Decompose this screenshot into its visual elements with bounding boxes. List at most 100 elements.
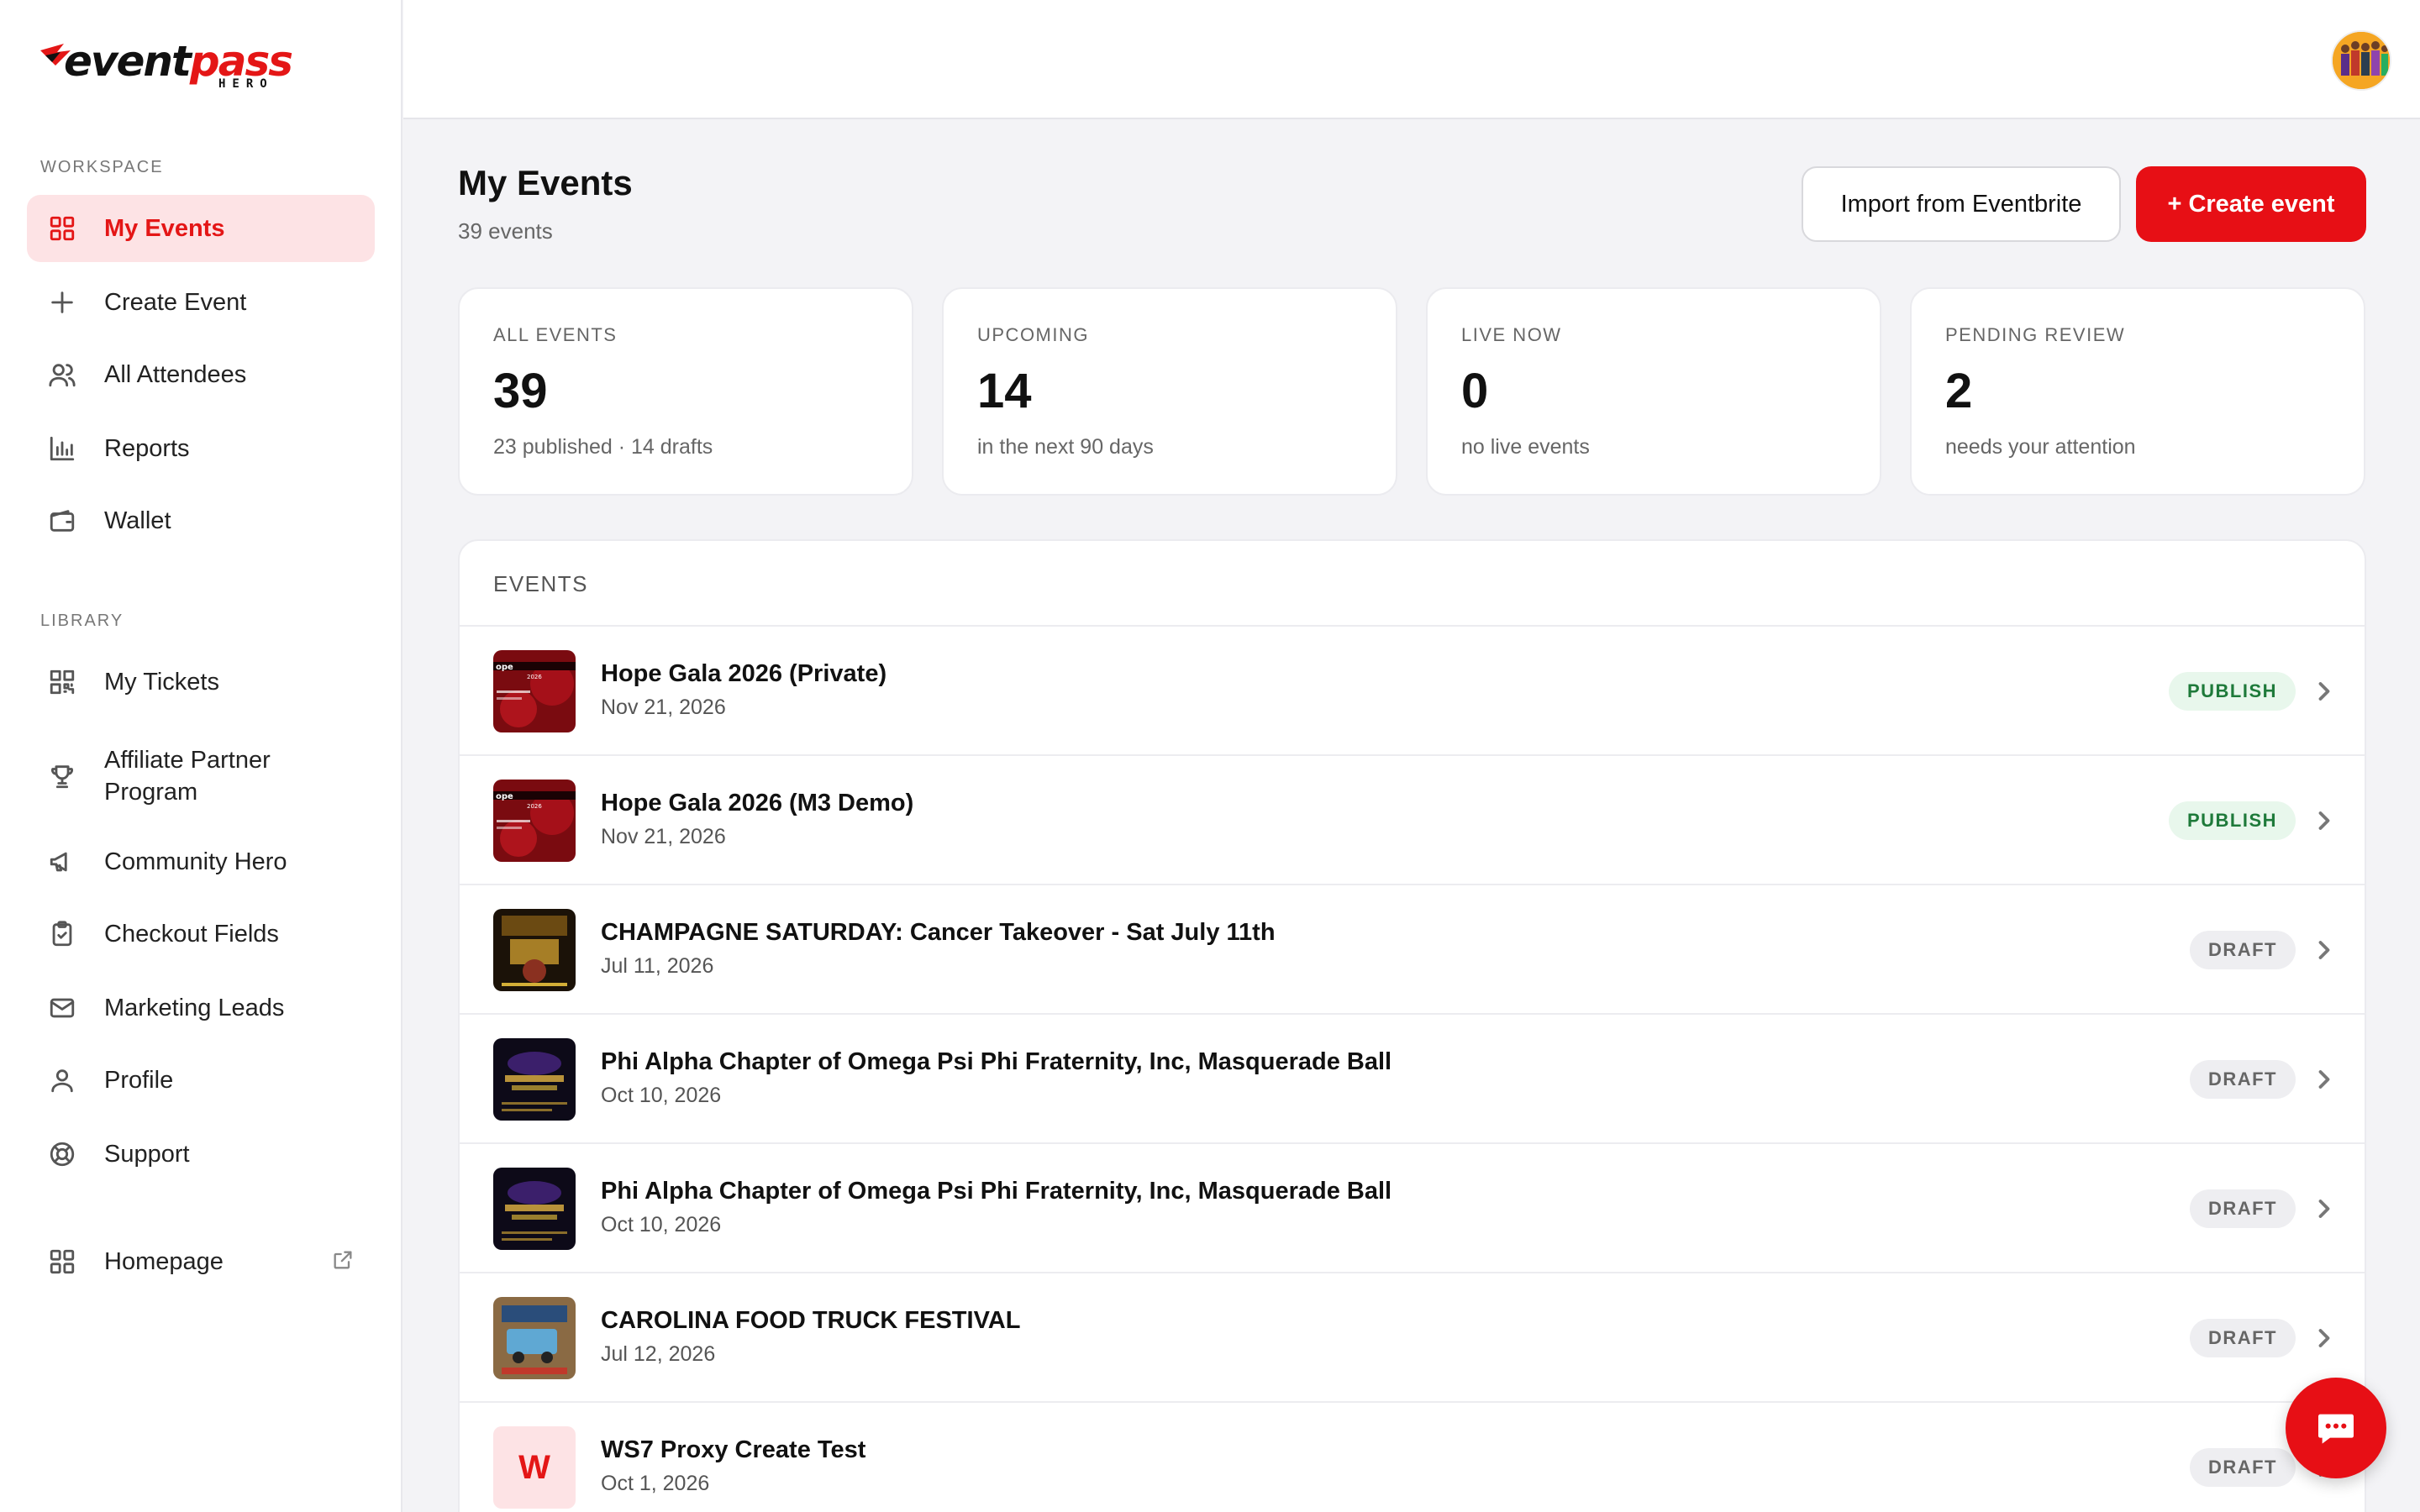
event-row[interactable]: Phi Alpha Chapter of Omega Psi Phi Frate… (460, 1144, 2365, 1273)
event-title: Hope Gala 2026 (Private) (601, 660, 887, 687)
stat-value: 2 (1945, 364, 1973, 418)
clipboard-check-icon (47, 919, 77, 949)
sidebar-item-label: Reports (104, 435, 190, 462)
sidebar-item-label: Homepage (104, 1248, 224, 1275)
chevron-right-icon (2314, 1196, 2334, 1221)
users-icon (47, 360, 77, 390)
stat-label: ALL EVENTS (493, 324, 618, 345)
event-date: Oct 1, 2026 (601, 1472, 710, 1495)
event-date: Nov 21, 2026 (601, 825, 726, 848)
grid-icon (47, 213, 77, 244)
sidebar-item-checkout-fields[interactable]: Checkout Fields (27, 900, 375, 968)
stat-sub: no live events (1461, 435, 1590, 459)
external-link-icon (331, 1248, 355, 1272)
create-event-button[interactable]: + Create event (2136, 166, 2366, 242)
topbar (403, 0, 2420, 119)
sidebar-item-affiliate-partner-program[interactable]: Affiliate Partner Program (27, 736, 375, 816)
sidebar-item-my-tickets[interactable]: My Tickets (27, 648, 375, 716)
import-from-eventbrite-button[interactable]: Import from Eventbrite (1802, 166, 2121, 242)
wallet-icon (47, 506, 77, 536)
sidebar-item-wallet[interactable]: Wallet (27, 487, 375, 554)
masquerade-poster-icon (493, 1038, 576, 1121)
chat-support-button[interactable] (2286, 1378, 2386, 1478)
stat-card-live-now: LIVE NOW 0 no live events (1426, 287, 1881, 496)
stat-card-all-events: ALL EVENTS 39 23 published · 14 drafts (458, 287, 913, 496)
qr-code-icon (47, 667, 77, 697)
sidebar-item-label: Profile (104, 1067, 174, 1094)
sidebar-item-community-hero[interactable]: Community Hero (27, 828, 375, 895)
status-badge: DRAFT (2189, 1319, 2296, 1357)
logo-subtext: HERO (218, 77, 274, 91)
status-badge: DRAFT (2189, 1189, 2296, 1228)
gala-poster-icon: ope 2026 (493, 650, 576, 732)
event-row[interactable]: Phi Alpha Chapter of Omega Psi Phi Frate… (460, 1015, 2365, 1144)
sidebar-item-create-event[interactable]: Create Event (27, 269, 375, 336)
library-section-label: LIBRARY (40, 612, 124, 630)
mail-icon (47, 993, 77, 1023)
status-badge: DRAFT (2189, 931, 2296, 969)
status-badge: DRAFT (2189, 1060, 2296, 1099)
trophy-icon (47, 761, 77, 791)
sidebar-item-support[interactable]: Support (27, 1121, 375, 1188)
sidebar-item-profile[interactable]: Profile (27, 1047, 375, 1114)
chevron-right-icon (2314, 937, 2334, 963)
event-count: 39 events (458, 218, 553, 244)
logo-text-event: event (64, 37, 192, 86)
events-section-header: EVENTS (493, 571, 589, 596)
champagne-poster-icon (493, 909, 576, 991)
status-badge: DRAFT (2189, 1448, 2296, 1487)
sidebar-item-reports[interactable]: Reports (27, 415, 375, 482)
sidebar-item-label: Community Hero (104, 848, 287, 875)
event-row[interactable]: CHAMPAGNE SATURDAY: Cancer Takeover - Sa… (460, 885, 2365, 1015)
event-row[interactable]: ope 2026 Hope Gala 2026 (M3 Demo) Nov 21… (460, 756, 2365, 885)
sidebar-item-label: Create Event (104, 289, 247, 316)
avatar-image-icon (2333, 32, 2390, 89)
sidebar-item-label: Wallet (104, 507, 171, 534)
sidebar: eventpass HERO WORKSPACE My Events Creat… (0, 0, 402, 1512)
stat-value: 39 (493, 364, 548, 418)
megaphone-icon (47, 847, 77, 877)
svg-text:2026: 2026 (527, 674, 542, 680)
event-initial: W (493, 1426, 576, 1509)
event-thumbnail: ope 2026 (493, 650, 576, 732)
masquerade-poster-icon (493, 1168, 576, 1250)
event-title: Phi Alpha Chapter of Omega Psi Phi Frate… (601, 1178, 1392, 1205)
workspace-section-label: WORKSPACE (40, 158, 164, 176)
sidebar-item-label: All Attendees (104, 361, 247, 388)
svg-text:2026: 2026 (527, 803, 542, 810)
stat-label: LIVE NOW (1461, 324, 1562, 345)
stat-sub: in the next 90 days (977, 435, 1154, 459)
lifebuoy-icon (47, 1139, 77, 1169)
bar-chart-icon (47, 433, 77, 464)
chevron-right-icon (2314, 1067, 2334, 1092)
event-row[interactable]: ope 2026 Hope Gala 2026 (Private) Nov 21… (460, 627, 2365, 756)
sidebar-item-label: My Tickets (104, 669, 219, 696)
stat-label: UPCOMING (977, 324, 1089, 345)
sidebar-item-marketing-leads[interactable]: Marketing Leads (27, 974, 375, 1042)
avatar[interactable] (2331, 30, 2391, 91)
status-badge: PUBLISH (2168, 672, 2296, 711)
sidebar-item-label: Affiliate Partner Program (104, 747, 271, 806)
event-row[interactable]: CAROLINA FOOD TRUCK FESTIVAL Jul 12, 202… (460, 1273, 2365, 1403)
sidebar-item-label: Checkout Fields (104, 921, 279, 948)
event-title: Phi Alpha Chapter of Omega Psi Phi Frate… (601, 1048, 1392, 1075)
event-date: Jul 12, 2026 (601, 1342, 716, 1366)
sidebar-item-all-attendees[interactable]: All Attendees (27, 341, 375, 408)
svg-text:ope: ope (496, 792, 513, 801)
chat-bubble-icon (2318, 1414, 2354, 1444)
stat-value: 14 (977, 364, 1032, 418)
stat-card-upcoming: UPCOMING 14 in the next 90 days (942, 287, 1397, 496)
sidebar-item-label: Marketing Leads (104, 995, 285, 1021)
event-row[interactable]: W WS7 Proxy Create Test Oct 1, 2026 DRAF… (460, 1403, 2365, 1512)
sidebar-item-my-events[interactable]: My Events (27, 195, 375, 262)
stat-sub: needs your attention (1945, 435, 2136, 459)
sidebar-item-homepage[interactable]: Homepage (27, 1228, 375, 1295)
stat-card-pending-review: PENDING REVIEW 2 needs your attention (1910, 287, 2365, 496)
event-thumbnail (493, 909, 576, 991)
food-truck-poster-icon (493, 1297, 576, 1379)
sidebar-item-label: My Events (104, 215, 225, 242)
sidebar-item-label: Support (104, 1141, 190, 1168)
event-thumbnail: ope 2026 (493, 780, 576, 862)
event-title: Hope Gala 2026 (M3 Demo) (601, 790, 914, 816)
eventpass-logo[interactable]: eventpass HERO (39, 37, 293, 96)
